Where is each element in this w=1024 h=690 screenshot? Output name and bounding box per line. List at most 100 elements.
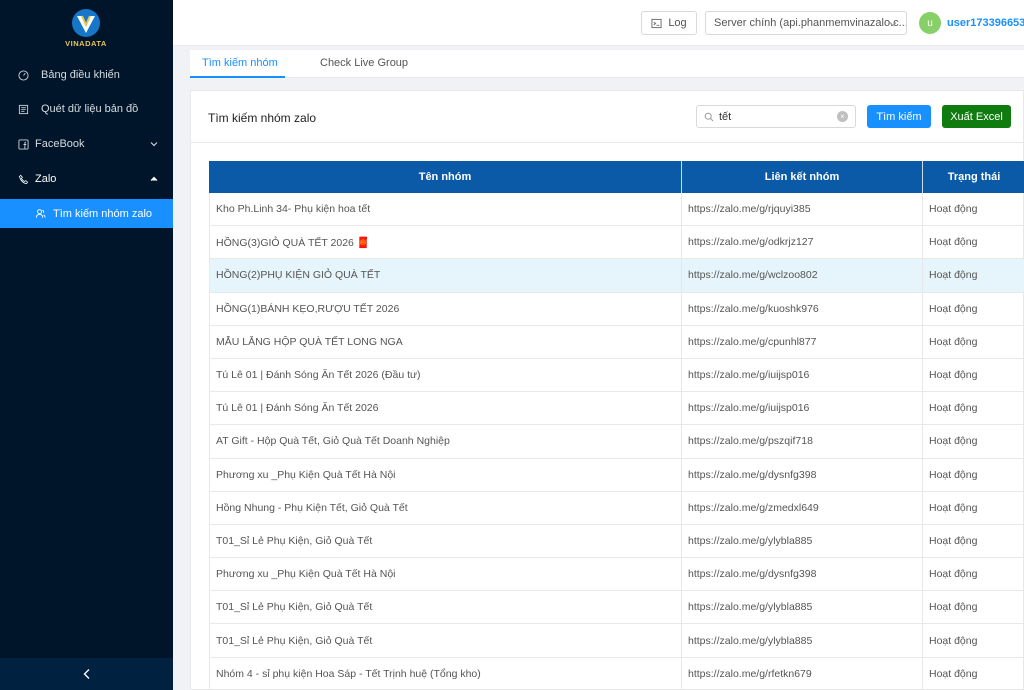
groups-table: Tên nhóm Liên kết nhóm Trạng thái Kho Ph… xyxy=(209,161,1024,690)
cell-group-link[interactable]: https://zalo.me/g/rjquyi385 xyxy=(682,193,923,226)
cell-status: Hoạt động xyxy=(929,236,978,249)
cell-group-link[interactable]: https://zalo.me/g/zmedxl649 xyxy=(682,491,923,524)
cell-group-name: Kho Ph.Linh 34- Phụ kiện hoa tết xyxy=(209,193,682,226)
table-row[interactable]: Phương xu _Phụ Kiện Quà Tết Hà Nội https:… xyxy=(209,458,1024,492)
sidebar-item-label: Zalo xyxy=(35,173,57,185)
cell-status: Hoạt động xyxy=(929,667,978,680)
cell-group-name: Phương xu _Phụ Kiện Quà Tết Hà Nội xyxy=(209,558,682,591)
username[interactable]: user1733966539 xyxy=(947,17,1024,29)
avatar[interactable]: u xyxy=(919,12,941,34)
cell-group-link[interactable]: https://zalo.me/g/ylybla885 xyxy=(682,624,923,657)
table-row[interactable]: HỒNG(1)BÁNH KẸO,RƯỢU TẾT 2026 https://zal… xyxy=(209,292,1024,326)
sidebar-item-label: Quét dữ liệu bản đồ xyxy=(41,103,139,115)
table-row[interactable]: AT Gift - Hộp Quà Tết, Giỏ Quà Tết Doanh… xyxy=(209,425,1024,459)
table-row[interactable]: T01_Sỉ Lẻ Phụ Kiện, Giỏ Quà Tết https://z… xyxy=(209,591,1024,625)
sidebar: VINADATA Bảng điều khiển Quét dữ liệu bả… xyxy=(0,0,173,690)
cell-group-name: Phương xu _Phụ Kiện Quà Tết Hà Nội xyxy=(209,458,682,491)
column-header-status[interactable]: Trạng thái xyxy=(923,161,1024,193)
search-icon xyxy=(704,112,714,121)
export-excel-button[interactable]: Xuất Excel xyxy=(942,105,1011,128)
logo-icon xyxy=(72,9,100,37)
cell-status: Hoạt động xyxy=(929,534,978,547)
sidebar-item-label: Tìm kiếm nhóm zalo xyxy=(53,207,153,220)
search-card: Tìm kiếm nhóm zalo tết × Tìm kiếm Xuất E… xyxy=(190,90,1024,690)
cell-group-link[interactable]: https://zalo.me/g/kuoshk976 xyxy=(682,292,923,325)
search-input[interactable]: tết × xyxy=(696,105,856,128)
cell-group-link[interactable]: https://zalo.me/g/iuijsp016 xyxy=(682,392,923,425)
dashboard-icon xyxy=(17,69,29,81)
sidebar-item-zalo[interactable]: Zalo xyxy=(0,163,173,195)
table-row[interactable]: Tú Lê 01 | Đánh Sóng Ăn Tết 2026 https://… xyxy=(209,392,1024,426)
table-row[interactable]: T01_Sỉ Lẻ Phụ Kiện, Giỏ Quà Tết https://z… xyxy=(209,624,1024,658)
column-header-group-name[interactable]: Tên nhóm xyxy=(209,161,682,193)
tab-active-indicator xyxy=(190,76,285,78)
table-row[interactable]: Phương xu _Phụ Kiện Quà Tết Hà Nội https:… xyxy=(209,558,1024,592)
tab-search-group[interactable]: Tìm kiếm nhóm xyxy=(202,57,278,69)
card-title: Tìm kiếm nhóm zalo xyxy=(208,111,317,125)
cell-group-name: T01_Sỉ Lẻ Phụ Kiện, Giỏ Quà Tết xyxy=(209,524,682,558)
top-header: Log Server chính (api.phanmemvinazalo.c.… xyxy=(173,0,1024,46)
search-input-value: tết xyxy=(719,110,732,123)
cell-group-link[interactable]: https://zalo.me/g/ylybla885 xyxy=(682,524,923,558)
sidebar-item-label: Bảng điều khiển xyxy=(41,69,120,81)
column-header-group-link[interactable]: Liên kết nhóm xyxy=(682,161,923,193)
cell-group-link[interactable]: https://zalo.me/g/iuijsp016 xyxy=(682,358,923,392)
cell-status: Hoạt động xyxy=(929,568,978,581)
cell-group-name: Tú Lê 01 | Đánh Sóng Ăn Tết 2026 (Đầu tư… xyxy=(209,358,682,392)
cell-status: Hoạt động xyxy=(929,501,978,514)
cell-group-name: AT Gift - Hộp Quà Tết, Giỏ Quà Tết Doanh… xyxy=(209,425,682,458)
cell-status: Hoạt động xyxy=(929,435,978,448)
cell-status: Hoạt động xyxy=(929,369,978,382)
cell-status: Hoạt động xyxy=(929,269,978,282)
table-body: Kho Ph.Linh 34- Phụ kiện hoa tết https://… xyxy=(209,193,1024,690)
sidebar-collapse-button[interactable] xyxy=(0,658,173,690)
table-row[interactable]: MẪU LẴNG HỘP QUÀ TẾT LONG NGA https://zal… xyxy=(209,325,1024,359)
cell-group-name: Hồng Nhung - Phụ Kiện Tết, Giỏ Quà Tết xyxy=(209,491,682,524)
phone-icon xyxy=(17,173,29,185)
log-button-label: Log xyxy=(668,17,687,29)
cell-group-name: Nhóm 4 - sỉ phụ kiện Hoa Sáp - Tết Trịnh… xyxy=(209,657,682,690)
table-row[interactable]: Hồng Nhung - Phụ Kiện Tết, Giỏ Quà Tết ht… xyxy=(209,491,1024,525)
table-row[interactable]: Kho Ph.Linh 34- Phụ kiện hoa tết https://… xyxy=(209,193,1024,227)
chevron-down-icon xyxy=(889,22,897,27)
cell-group-link[interactable]: https://zalo.me/g/cpunhl877 xyxy=(682,325,923,358)
tab-bar: Tìm kiếm nhóm Check Live Group xyxy=(190,50,1024,78)
cell-group-link[interactable]: https://zalo.me/g/ylybla885 xyxy=(682,591,923,624)
cell-group-link[interactable]: https://zalo.me/g/dysnfg398 xyxy=(682,458,923,491)
cell-group-name: HỒNG(1)BÁNH KẸO,RƯỢU TẾT 2026 xyxy=(209,292,682,325)
map-icon xyxy=(17,103,29,115)
table-row[interactable]: Nhóm 4 - sỉ phụ kiện Hoa Sáp - Tết Trịnh… xyxy=(209,657,1024,690)
cell-status: Hoạt động xyxy=(929,634,978,647)
sidebar-item-map-scan[interactable]: Quét dữ liệu bản đồ xyxy=(0,93,173,125)
clear-icon[interactable]: × xyxy=(837,111,848,122)
sidebar-item-facebook[interactable]: FaceBook xyxy=(0,128,173,160)
cell-status: Hoạt động xyxy=(929,335,978,348)
cell-group-name: HỒNG(3)GIỎ QUÀ TẾT 2026 🧧 xyxy=(209,226,682,259)
search-button[interactable]: Tìm kiếm xyxy=(867,105,931,128)
cell-status: Hoạt động xyxy=(929,203,978,216)
cell-group-name: HỒNG(2)PHỤ KIỆN GIỎ QUÀ TẾT xyxy=(209,259,682,292)
table-row[interactable]: HỒNG(2)PHỤ KIỆN GIỎ QUÀ TẾT https://zalo.… xyxy=(209,259,1024,293)
cell-status: Hoạt động xyxy=(929,468,978,481)
sidebar-item-dashboard[interactable]: Bảng điều khiển xyxy=(0,59,173,91)
cell-group-link[interactable]: https://zalo.me/g/pszqif718 xyxy=(682,425,923,458)
cell-group-name: Tú Lê 01 | Đánh Sóng Ăn Tết 2026 xyxy=(209,392,682,425)
server-select[interactable]: Server chính (api.phanmemvinazalo.c... xyxy=(705,11,907,35)
log-button[interactable]: Log xyxy=(641,11,697,35)
cell-group-link[interactable]: https://zalo.me/g/odkrjz127 xyxy=(682,226,923,259)
sidebar-item-search-zalo-group[interactable]: Tìm kiếm nhóm zalo xyxy=(0,199,173,228)
server-select-value: Server chính (api.phanmemvinazalo.c... xyxy=(714,17,907,29)
log-icon xyxy=(651,18,662,28)
chevron-down-icon xyxy=(150,142,158,147)
cell-group-link[interactable]: https://zalo.me/g/wclzoo802 xyxy=(682,259,923,292)
table-row[interactable]: HỒNG(3)GIỎ QUÀ TẾT 2026 🧧 https://zalo.me… xyxy=(209,226,1024,260)
logo[interactable]: VINADATA xyxy=(60,8,112,50)
cell-group-link[interactable]: https://zalo.me/g/dysnfg398 xyxy=(682,558,923,591)
cell-group-link[interactable]: https://zalo.me/g/rfetkn679 xyxy=(682,657,923,690)
table-row[interactable]: T01_Sỉ Lẻ Phụ Kiện, Giỏ Quà Tết https://z… xyxy=(209,524,1024,559)
table-row[interactable]: Tú Lê 01 | Đánh Sóng Ăn Tết 2026 (Đầu tư… xyxy=(209,358,1024,393)
cell-status: Hoạt động xyxy=(929,601,978,614)
tab-check-live-group[interactable]: Check Live Group xyxy=(320,57,408,69)
logo-text: VINADATA xyxy=(65,39,107,48)
cell-group-name: T01_Sỉ Lẻ Phụ Kiện, Giỏ Quà Tết xyxy=(209,591,682,624)
